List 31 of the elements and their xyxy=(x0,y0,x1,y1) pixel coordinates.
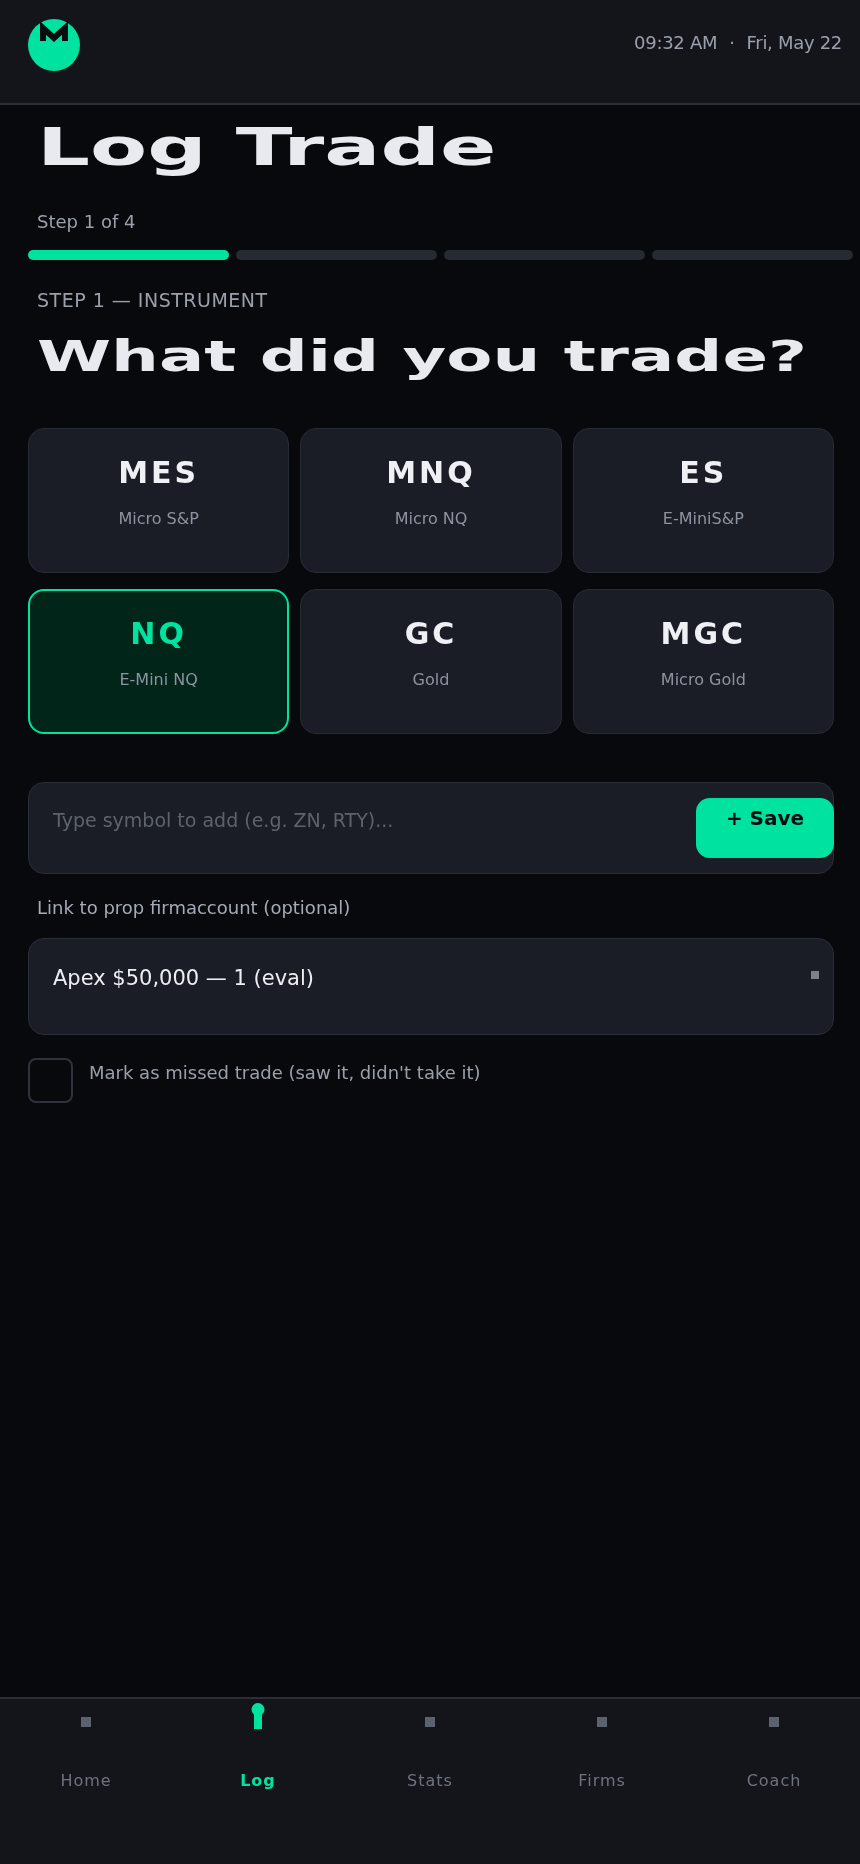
account-select[interactable]: Apex $50,000 — 1 (eval) xyxy=(28,938,834,1035)
time-text: 09:32 AM xyxy=(634,32,718,54)
instrument-card[interactable]: NQ E-Mini NQ xyxy=(28,589,290,734)
symbol-input[interactable]: Type symbol to add (e.g. ZN, RTY)... + Save xyxy=(28,782,834,874)
step-label: Step 1 of 4 xyxy=(37,211,137,233)
section-eyebrow: STEP 1 — INSTRUMENT xyxy=(37,289,269,311)
section-heading: What did you trade? xyxy=(37,332,807,382)
square-icon xyxy=(425,1717,435,1727)
instrument-card[interactable]: MES Micro S&P xyxy=(28,428,290,573)
square-icon xyxy=(597,1717,607,1727)
nav-tab[interactable]: Stats xyxy=(401,1699,459,1791)
pin-icon xyxy=(251,1703,265,1729)
nav-tab[interactable]: Firms xyxy=(572,1699,632,1791)
square-icon xyxy=(811,971,819,979)
nav-tab[interactable]: Coach xyxy=(740,1699,808,1791)
square-icon xyxy=(81,1717,91,1727)
logo-icon xyxy=(28,19,80,71)
separator-dot: · xyxy=(729,32,735,54)
instrument-card[interactable]: MNQ Micro NQ xyxy=(300,428,562,573)
nav-tab[interactable]: Home xyxy=(54,1699,118,1791)
square-icon xyxy=(769,1717,779,1727)
missed-trade-checkbox[interactable] xyxy=(28,1058,73,1103)
date-text: Fri, May 22 xyxy=(746,32,842,54)
nav-tab[interactable]: Log xyxy=(234,1699,282,1791)
instrument-card[interactable]: ES E-MiniS&P xyxy=(572,428,834,573)
page-title: Log Trade xyxy=(37,117,497,177)
account-label: Link to prop firmaccount (optional) xyxy=(37,897,352,919)
save-button[interactable]: + Save xyxy=(696,798,834,858)
missed-trade-label: Mark as missed trade (saw it, didn't take it) xyxy=(89,1062,481,1084)
instrument-card[interactable]: MGC Micro Gold xyxy=(572,589,834,734)
instrument-card[interactable]: GC Gold xyxy=(300,589,562,734)
